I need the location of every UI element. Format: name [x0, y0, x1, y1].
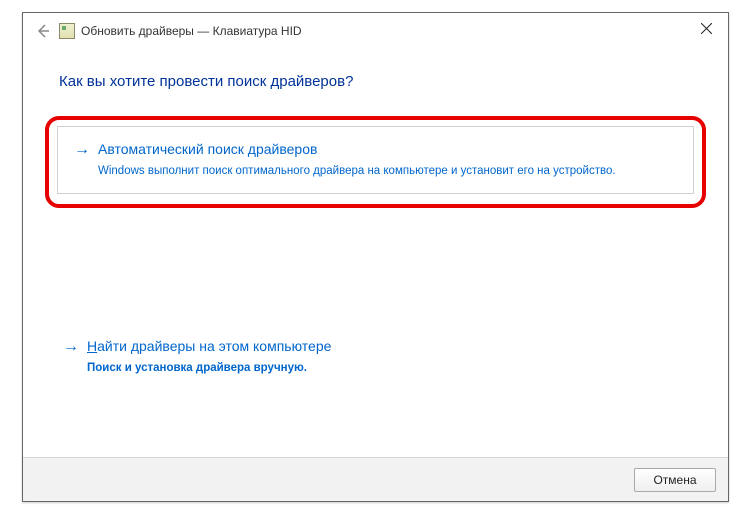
option-browse-local[interactable]: → Найти драйверы на этом компьютере Поис…: [59, 328, 692, 384]
arrow-right-icon: →: [63, 336, 79, 357]
option-auto-search[interactable]: → Автоматический поиск драйверов Windows…: [57, 126, 694, 194]
back-button[interactable]: [29, 17, 57, 45]
close-icon: [701, 23, 712, 34]
title-bar: Обновить драйверы — Клавиатура HID: [23, 13, 728, 49]
dialog-footer: Отмена: [23, 457, 728, 501]
page-heading: Как вы хотите провести поиск драйверов?: [59, 73, 692, 90]
content-area: Как вы хотите провести поиск драйверов? …: [23, 49, 728, 384]
option-auto-desc: Windows выполнит поиск оптимального драй…: [98, 164, 677, 179]
driver-update-dialog: Обновить драйверы — Клавиатура HID Как в…: [22, 12, 729, 502]
window-title: Обновить драйверы — Клавиатура HID: [81, 24, 302, 38]
option-browse-title: Найти драйверы на этом компьютере: [87, 336, 331, 356]
close-button[interactable]: [684, 13, 728, 43]
device-icon: [59, 23, 75, 39]
option-browse-desc: Поиск и установка драйвера вручную.: [87, 361, 688, 376]
option-auto-title: Автоматический поиск драйверов: [98, 139, 317, 159]
cancel-button[interactable]: Отмена: [634, 468, 716, 492]
arrow-right-icon: →: [74, 139, 90, 160]
highlight-annotation: → Автоматический поиск драйверов Windows…: [45, 116, 706, 208]
